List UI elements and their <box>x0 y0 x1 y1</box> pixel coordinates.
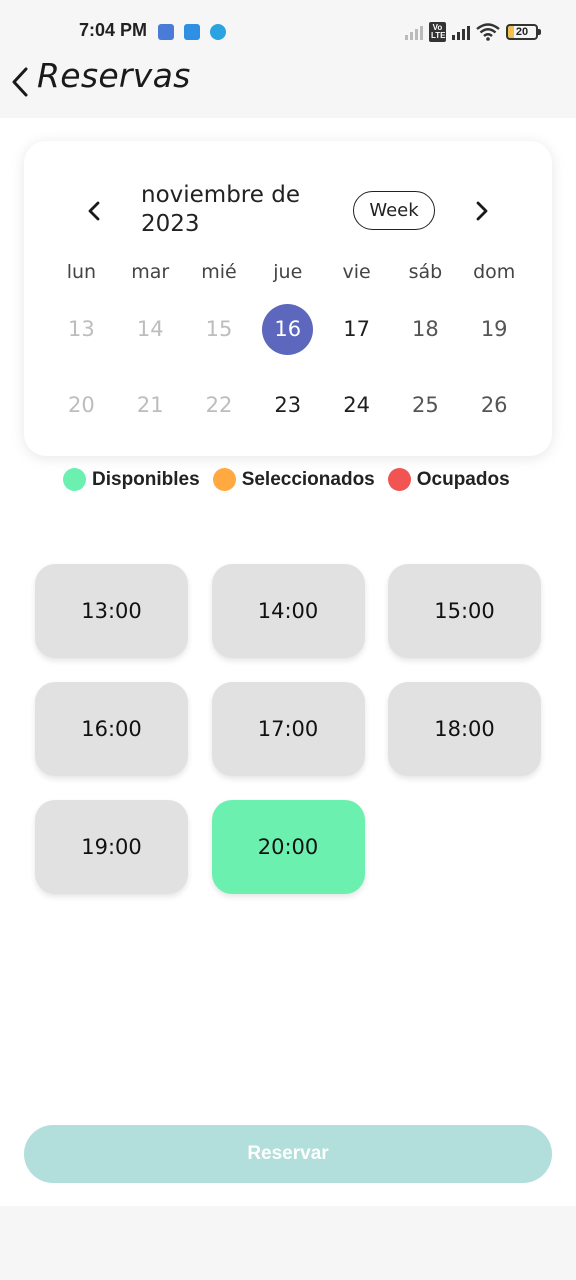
next-week-button[interactable] <box>468 197 496 225</box>
calendar-card: noviembre de 2023 Week lun mar mié jue v… <box>24 141 552 456</box>
calendar-day[interactable]: 26 <box>460 367 529 443</box>
legend-label: Disponibles <box>92 468 200 490</box>
calendar-grid: lun mar mié jue vie sáb dom 13 14 15 16 … <box>47 253 529 443</box>
calendar-day-selected[interactable]: 16 <box>253 291 322 367</box>
legend-dot <box>63 468 86 491</box>
selected-day-label: 16 <box>262 303 314 355</box>
availability-legend: Disponibles Seleccionados Ocupados <box>63 468 523 491</box>
signal-icon <box>405 24 423 40</box>
legend-dot <box>212 468 236 491</box>
navigation-bar-area <box>0 1206 576 1280</box>
chevron-left-icon <box>88 201 100 221</box>
time-slot[interactable]: 18:00 <box>388 682 541 776</box>
time-slot[interactable]: 19:00 <box>35 800 188 894</box>
volte-icon: Vo LTE <box>429 22 446 42</box>
week-row: 20 21 22 23 24 25 26 <box>47 367 529 443</box>
time-slot[interactable]: 14:00 <box>211 564 365 658</box>
calendar-day[interactable]: 18 <box>391 291 460 367</box>
page-title: Reservas <box>37 56 191 95</box>
previous-week-button[interactable] <box>80 197 108 225</box>
calendar-day: 20 <box>68 393 95 417</box>
calendar-icon <box>158 24 174 40</box>
app-header: Reservas <box>0 56 576 118</box>
time-slot-available[interactable]: 20:00 <box>211 800 365 894</box>
time-slot[interactable]: 16:00 <box>35 682 188 776</box>
weekday-header-row: lun mar mié jue vie sáb dom <box>47 253 529 291</box>
calendar-day: 14 <box>136 317 164 341</box>
legend-label: Seleccionados <box>241 468 375 490</box>
calendar-day[interactable]: 24 <box>322 367 391 443</box>
system-icons: Vo LTE 20 <box>405 22 541 42</box>
calendar-day: 13 <box>68 317 95 341</box>
calendar-month-label: noviembre de 2023 <box>141 182 300 237</box>
time-slot[interactable]: 17:00 <box>211 682 365 776</box>
notification-icons <box>158 24 226 40</box>
legend-item-available: Disponibles <box>63 468 200 491</box>
time-slot-grid: 13:00 14:00 15:00 16:00 17:00 18:00 19:0… <box>35 564 541 894</box>
reserve-button[interactable]: Reservar <box>24 1125 552 1183</box>
legend-dot <box>387 468 411 491</box>
week-row: 13 14 15 16 17 18 19 <box>47 291 529 367</box>
weekday-label: vie <box>342 261 371 283</box>
calendar-day[interactable]: 23 <box>253 367 322 443</box>
calendar-day[interactable]: 25 <box>391 367 460 443</box>
weekday-label: jue <box>273 261 303 283</box>
chevron-right-icon <box>476 201 488 221</box>
calendar-day: 21 <box>136 393 164 417</box>
back-button[interactable] <box>6 62 34 102</box>
battery-icon: 20 <box>506 24 541 40</box>
calendar-day[interactable]: 19 <box>460 291 529 367</box>
time-slot[interactable]: 15:00 <box>388 564 541 658</box>
legend-item-selected: Seleccionados <box>212 468 375 491</box>
view-toggle-button[interactable]: Week <box>353 191 435 230</box>
b-app-icon <box>184 24 200 40</box>
weekday-label: mié <box>201 261 237 283</box>
weekday-label: mar <box>131 261 170 283</box>
calendar-day[interactable]: 17 <box>322 291 391 367</box>
legend-label: Ocupados <box>416 468 510 490</box>
wifi-icon <box>476 23 500 41</box>
weekday-label: sáb <box>408 261 443 283</box>
chevron-left-icon <box>12 67 28 97</box>
weekday-label: dom <box>473 261 516 283</box>
time-slot[interactable]: 13:00 <box>35 564 188 658</box>
status-bar: 7:04 PM Vo LTE 20 <box>0 0 576 62</box>
weekday-label: lun <box>66 261 97 283</box>
signal-icon <box>452 24 470 40</box>
telegram-icon <box>210 24 226 40</box>
status-time: 7:04 PM <box>79 20 148 40</box>
calendar-day: 22 <box>205 393 233 417</box>
legend-item-occupied: Ocupados <box>387 468 510 491</box>
calendar-day: 15 <box>205 317 233 341</box>
